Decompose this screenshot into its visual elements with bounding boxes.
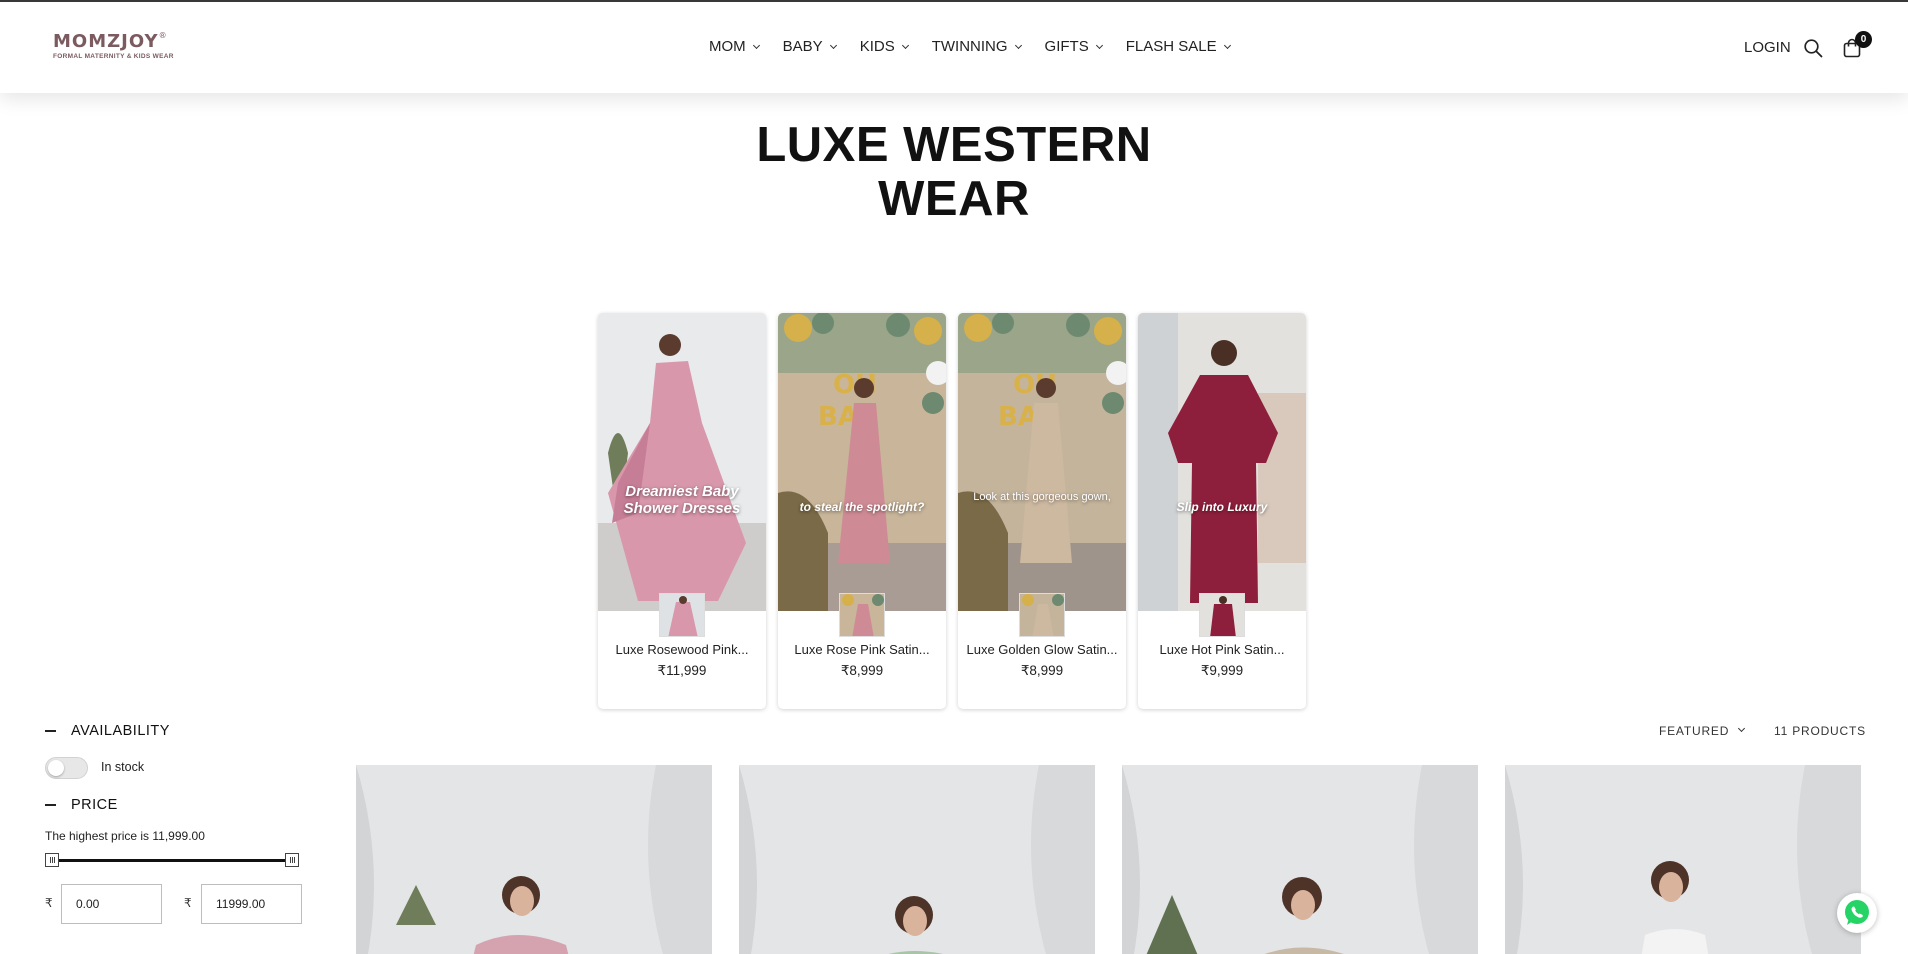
product-mini-thumbnail[interactable] [659,593,705,637]
shoppable-video-strip: Dreamiest Baby Shower Dresses Luxe Rosew… [598,313,1306,709]
whatsapp-icon [1845,900,1869,925]
main-nav: MOM BABY KIDS TWINNING GIFTS FLASH SALE [709,38,1254,55]
whatsapp-chat-button[interactable] [1837,893,1877,933]
product-count: 11 PRODUCTS [1774,724,1866,738]
sort-select[interactable]: FEATURED [1659,724,1729,738]
chevron-down-icon [901,41,909,49]
collapse-dash-icon [45,804,56,806]
chevron-down-icon [1095,41,1103,49]
product-price: ₹9,999 [1200,663,1244,678]
nav-item-kids[interactable]: KIDS [859,38,909,55]
product-image [1505,765,1861,954]
chevron-down-icon [752,41,760,49]
availability-heading: AVAILABILITY [71,723,170,739]
nav-label: KIDS [859,38,895,55]
nav-item-twinning[interactable]: TWINNING [931,38,1022,55]
slider-track [51,859,295,862]
nav-label: FLASH SALE [1125,38,1217,55]
switch-knob [48,760,64,776]
product-grid [356,765,1861,954]
product-image [739,765,1095,954]
video-product-card[interactable]: OH BA to steal the spotlight? Luxe Rose … [778,313,946,709]
in-stock-switch[interactable] [45,757,88,779]
nav-item-flash-sale[interactable]: FLASH SALE [1125,38,1231,55]
nav-label: MOM [709,38,746,55]
price-filter-toggle[interactable]: PRICE [45,797,118,813]
video-thumbnail[interactable]: OH BA Look at this gorgeous gown, [958,313,1126,611]
chevron-down-icon [829,41,837,49]
price-range-slider[interactable] [45,853,301,867]
collapse-dash-icon [45,730,56,732]
highest-price-note: The highest price is 11,999.00 [45,829,205,843]
product-image [356,765,712,954]
product-mini-thumbnail[interactable] [839,593,885,637]
max-price-input[interactable]: 11999.00 [201,884,302,924]
video-caption: Dreamiest Baby Shower Dresses [623,483,741,518]
product-name[interactable]: Luxe Golden Glow Satin... [958,642,1126,657]
filter-sidebar: AVAILABILITY In stock PRICE The highest … [45,723,315,924]
chevron-down-icon [1223,41,1231,49]
currency-symbol: ₹ [184,896,192,910]
video-caption: Look at this gorgeous gown, [973,491,1111,503]
currency-symbol: ₹ [45,896,53,910]
nav-label: GIFTS [1044,38,1089,55]
product-card[interactable] [356,765,712,954]
product-image [1122,765,1478,954]
video-thumbnail[interactable]: OH BA to steal the spotlight? [778,313,946,611]
site-header: MOMZJOY® FORMAL MATERNITY & KIDS WEAR MO… [0,2,1908,93]
page-title: LUXE WESTERN WEAR [0,118,1908,226]
min-price-input[interactable]: 0.00 [61,884,162,924]
nav-item-baby[interactable]: BABY [782,38,837,55]
product-card[interactable] [1122,765,1478,954]
chevron-down-icon[interactable] [1737,724,1746,733]
video-thumbnail[interactable]: Slip into Luxury [1138,313,1306,611]
nav-item-gifts[interactable]: GIFTS [1044,38,1103,55]
brand-name: MOMZJOY [53,31,159,52]
availability-filter-toggle[interactable]: AVAILABILITY [45,723,315,739]
slider-max-handle[interactable] [285,853,299,867]
price-heading: PRICE [71,797,118,813]
nav-label: BABY [782,38,823,55]
product-card[interactable] [1505,765,1861,954]
product-card[interactable] [739,765,1095,954]
product-name[interactable]: Luxe Rosewood Pink... [598,642,766,657]
brand-logo[interactable]: MOMZJOY® FORMAL MATERNITY & KIDS WEAR [53,31,174,60]
video-product-card[interactable]: Dreamiest Baby Shower Dresses Luxe Rosew… [598,313,766,709]
product-name[interactable]: Luxe Hot Pink Satin... [1138,642,1306,657]
nav-item-mom[interactable]: MOM [709,38,760,55]
video-product-card[interactable]: Slip into Luxury Luxe Hot Pink Satin... … [1138,313,1306,709]
video-caption: Slip into Luxury [1176,500,1268,514]
product-price: ₹11,999 [657,663,707,678]
brand-tagline: FORMAL MATERNITY & KIDS WEAR [53,53,174,60]
chevron-down-icon [1014,41,1022,49]
video-thumbnail[interactable]: Dreamiest Baby Shower Dresses [598,313,766,611]
product-name[interactable]: Luxe Rose Pink Satin... [778,642,946,657]
product-mini-thumbnail[interactable] [1019,593,1065,637]
slider-min-handle[interactable] [45,853,59,867]
login-link[interactable]: LOGIN [1744,39,1791,56]
cart-count-badge: 0 [1855,31,1872,48]
search-icon[interactable] [1803,38,1823,58]
title-line-1: LUXE WESTERN [756,118,1152,172]
nav-label: TWINNING [931,38,1008,55]
in-stock-label: In stock [101,760,145,774]
video-product-card[interactable]: OH BA Look at this gorgeous gown, Luxe G… [958,313,1126,709]
title-line-2: WEAR [878,172,1030,226]
product-price: ₹8,999 [840,663,884,678]
product-mini-thumbnail[interactable] [1199,593,1245,637]
video-caption: to steal the spotlight? [799,500,925,514]
registered-mark: ® [158,31,168,40]
product-price: ₹8,999 [1020,663,1064,678]
